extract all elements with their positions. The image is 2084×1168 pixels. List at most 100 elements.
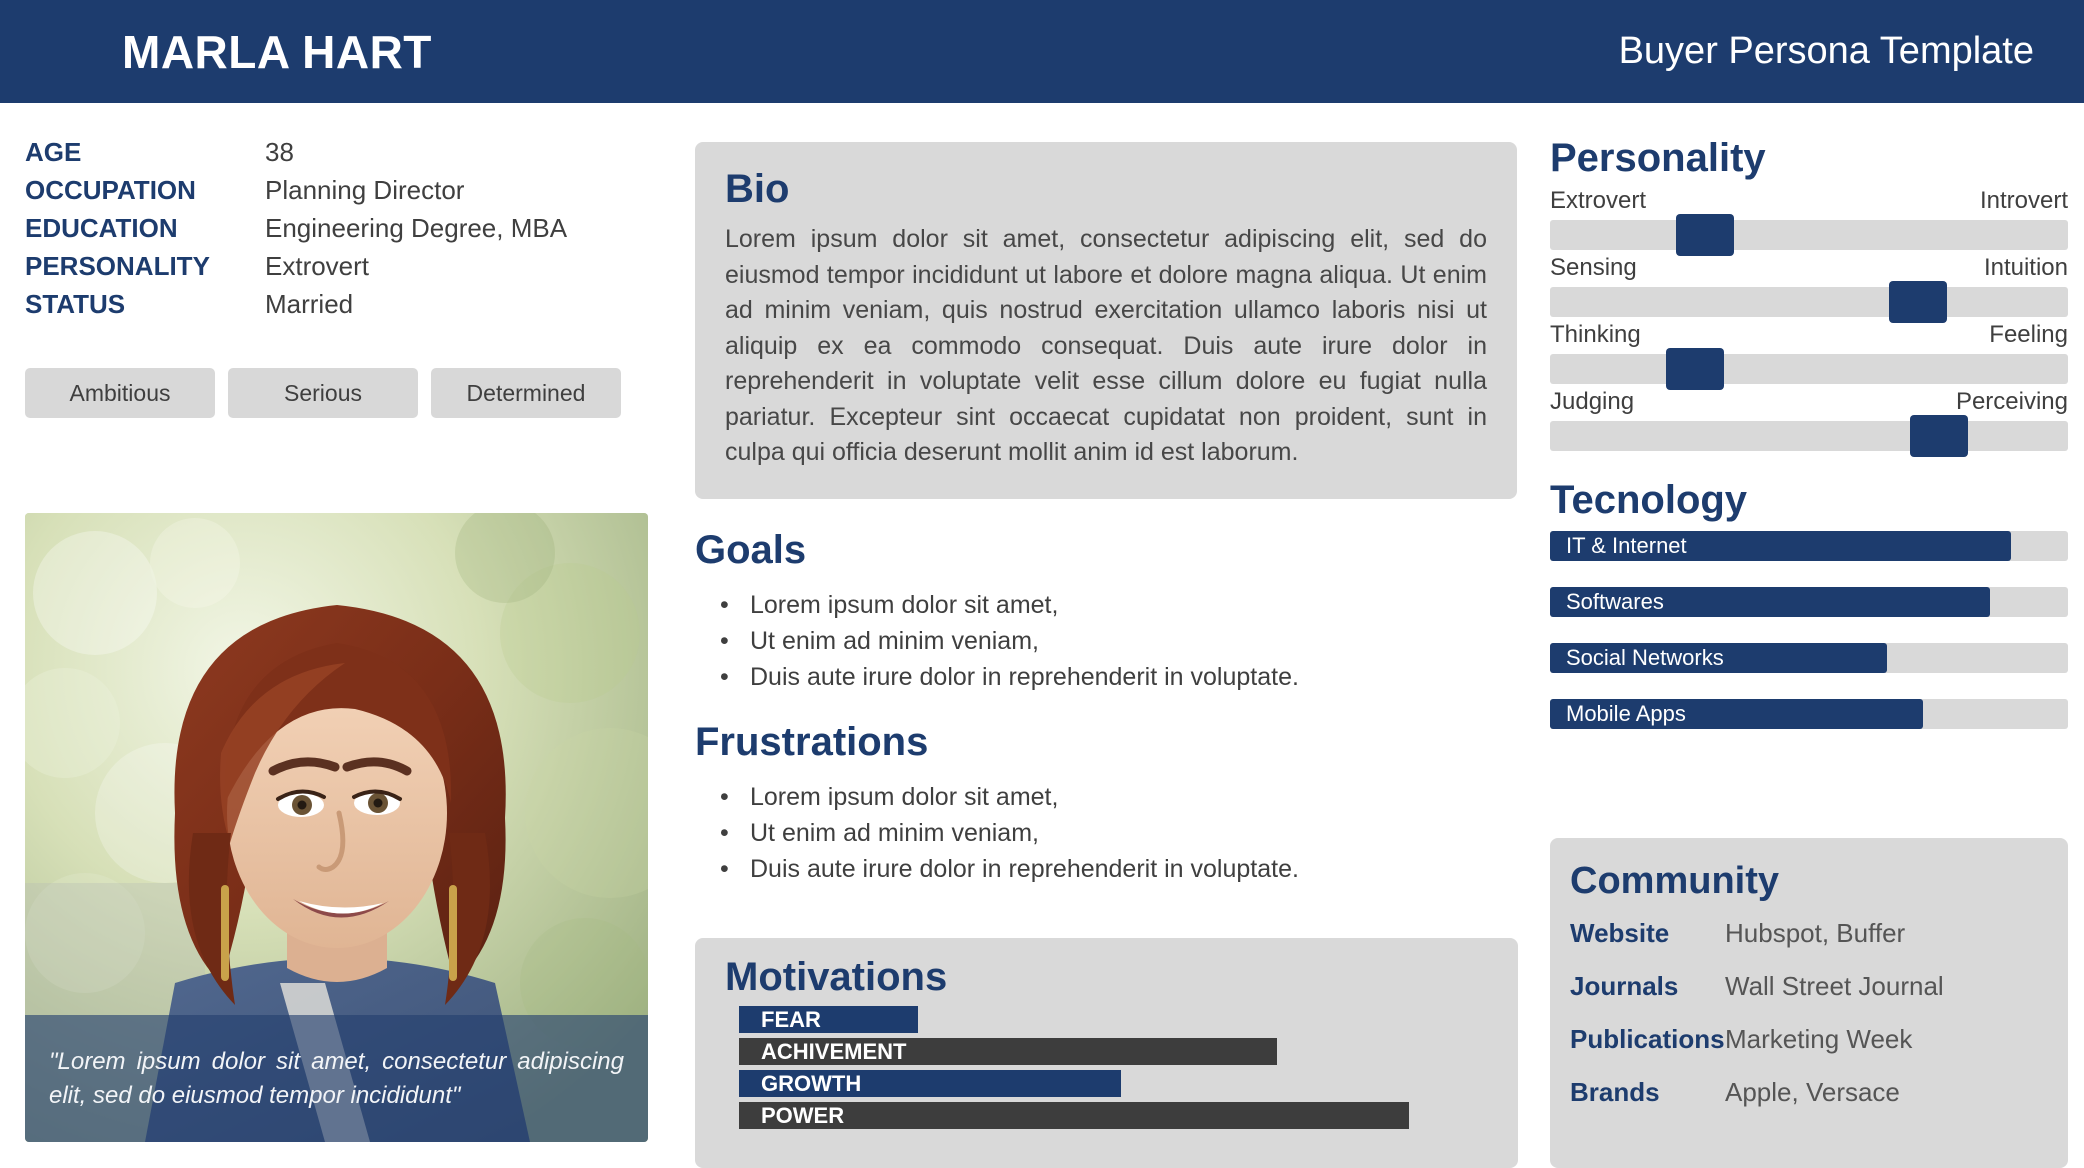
slider-thumb[interactable] <box>1676 214 1735 256</box>
fact-value-personality: Extrovert <box>265 251 370 281</box>
profile-column: AGE OCCUPATION EDUCATION PERSONALITY STA… <box>25 133 670 418</box>
slider-left-label: Judging <box>1550 388 1635 415</box>
fact-label-personality: PERSONALITY <box>25 251 210 281</box>
profile-facts: AGE OCCUPATION EDUCATION PERSONALITY STA… <box>25 133 670 323</box>
persona-quote: "Lorem ipsum dolor sit amet, consectetur… <box>49 1047 624 1109</box>
frustrations-list: Lorem ipsum dolor sit amet, Ut enim ad m… <box>695 779 1517 887</box>
goals-list: Lorem ipsum dolor sit amet, Ut enim ad m… <box>695 587 1517 695</box>
community-title: Community <box>1570 860 1779 902</box>
traits-column: Personality Extrovert Introvert Sensing … <box>1550 133 2068 755</box>
list-item: Lorem ipsum dolor sit amet, <box>720 779 1517 815</box>
motivations-title: Motivations <box>725 955 948 999</box>
motivation-label: POWER <box>761 1102 845 1128</box>
fact-value-list: 38 Planning Director Engineering Degree,… <box>265 133 670 323</box>
community-row-website: Website Hubspot, Buffer <box>1570 918 2068 949</box>
technology-bar-mobile-apps: Mobile Apps <box>1550 699 2068 729</box>
motivations-bars: FEAR ACHIVEMENT GROWTH POWER <box>695 1006 1518 1129</box>
motivation-bar-growth: GROWTH <box>739 1070 1121 1097</box>
header-bar: MARLA HART Buyer Persona Template <box>0 0 2084 103</box>
slider-thumb[interactable] <box>1666 348 1725 390</box>
slider-right-label: Feeling <box>1989 321 2068 348</box>
persona-photo: "Lorem ipsum dolor sit amet, consectetur… <box>25 513 648 1142</box>
community-row-publications: Publications Marketing Week <box>1570 1024 2068 1055</box>
community-panel: Community Website Hubspot, Buffer Journa… <box>1550 838 2068 1168</box>
bio-panel: Bio Lorem ipsum dolor sit amet, consecte… <box>695 142 1517 499</box>
personality-title: Personality <box>1550 136 1766 180</box>
slider-track[interactable] <box>1550 348 2068 390</box>
slider-thumb[interactable] <box>1888 281 1947 323</box>
community-value: Wall Street Journal <box>1725 971 1944 1001</box>
goals-section: Goals Lorem ipsum dolor sit amet, Ut eni… <box>695 525 1517 695</box>
community-row-journals: Journals Wall Street Journal <box>1570 971 2068 1002</box>
technology-label: IT & Internet <box>1566 533 1687 558</box>
trait-pill-serious[interactable]: Serious <box>228 368 418 418</box>
persona-name: MARLA HART <box>122 25 432 78</box>
slider-left-label: Thinking <box>1550 321 1641 348</box>
motivation-label: GROWTH <box>761 1070 862 1096</box>
community-key: Brands <box>1570 1077 1660 1107</box>
technology-bar-fill: Mobile Apps <box>1550 699 1923 729</box>
motivation-bar-achivement: ACHIVEMENT <box>739 1038 1277 1065</box>
motivation-label: FEAR <box>761 1006 821 1032</box>
slider-track[interactable] <box>1550 415 2068 457</box>
fact-value-education: Engineering Degree, MBA <box>265 213 568 243</box>
technology-bar-softwares: Softwares <box>1550 587 2068 617</box>
slider-right-label: Intuition <box>1983 254 2068 281</box>
technology-label: Softwares <box>1566 589 1664 614</box>
trait-pill-ambitious[interactable]: Ambitious <box>25 368 215 418</box>
quote-overlay: "Lorem ipsum dolor sit amet, consectetur… <box>25 1015 648 1142</box>
fact-label-status: STATUS <box>25 289 126 319</box>
frustrations-title: Frustrations <box>695 719 929 764</box>
technology-bar-social-networks: Social Networks <box>1550 643 2068 673</box>
list-item: Lorem ipsum dolor sit amet, <box>720 587 1517 623</box>
community-rows: Website Hubspot, Buffer Journals Wall St… <box>1570 918 2068 1108</box>
community-key: Journals <box>1570 971 1679 1001</box>
community-value: Apple, Versace <box>1725 1077 1900 1107</box>
bio-title: Bio <box>725 167 790 211</box>
slider-track[interactable] <box>1550 281 2068 323</box>
community-key: Publications <box>1570 1024 1725 1054</box>
fact-label-occupation: OCCUPATION <box>25 175 196 205</box>
list-item: Duis aute irure dolor in reprehenderit i… <box>720 851 1517 887</box>
slider-track[interactable] <box>1550 214 2068 256</box>
fact-value-status: Married <box>265 289 354 319</box>
technology-bar-it-internet: IT & Internet <box>1550 531 2068 561</box>
technology-label: Social Networks <box>1566 645 1724 670</box>
fact-label-education: EDUCATION <box>25 213 178 243</box>
slider-left-label: Extrovert <box>1550 187 1647 214</box>
list-item: Duis aute irure dolor in reprehenderit i… <box>720 659 1517 695</box>
technology-bar-fill: IT & Internet <box>1550 531 2012 561</box>
motivations-panel: Motivations FEAR ACHIVEMENT GROWTH POWER <box>695 938 1518 1168</box>
personality-slider-extrovert[interactable]: Extrovert Introvert <box>1550 185 2068 256</box>
community-row-brands: Brands Apple, Versace <box>1570 1077 2068 1108</box>
personality-slider-sensing[interactable]: Sensing Intuition <box>1550 252 2068 323</box>
list-item: Ut enim ad minim veniam, <box>720 815 1517 851</box>
fact-label-age: AGE <box>25 137 82 167</box>
community-key: Website <box>1570 918 1670 948</box>
motivation-bar-power: POWER <box>739 1102 1409 1129</box>
personality-slider-judging[interactable]: Judging Perceiving <box>1550 386 2068 457</box>
template-label: Buyer Persona Template <box>1618 30 2034 72</box>
motivation-bar-fear: FEAR <box>739 1006 919 1033</box>
technology-bar-fill: Softwares <box>1550 587 1991 617</box>
bio-body: Lorem ipsum dolor sit amet, consectetur … <box>725 225 1487 466</box>
content-column: Bio Lorem ipsum dolor sit amet, consecte… <box>695 142 1517 887</box>
technology-title: Tecnology <box>1550 478 1748 522</box>
frustrations-section: Frustrations Lorem ipsum dolor sit amet,… <box>695 717 1517 887</box>
technology-bar-fill: Social Networks <box>1550 643 1887 673</box>
motivation-label: ACHIVEMENT <box>761 1038 907 1064</box>
trait-pill-determined[interactable]: Determined <box>431 368 621 418</box>
slider-right-label: Introvert <box>1979 187 2068 214</box>
slider-thumb[interactable] <box>1909 415 1968 457</box>
community-value: Hubspot, Buffer <box>1725 918 1906 948</box>
fact-value-occupation: Planning Director <box>265 175 465 205</box>
slider-left-label: Sensing <box>1550 254 1637 281</box>
trait-pill-group: Ambitious Serious Determined <box>25 368 670 418</box>
technology-label: Mobile Apps <box>1566 701 1686 726</box>
goals-title: Goals <box>695 527 807 572</box>
persona-template-page: MARLA HART Buyer Persona Template AGE OC… <box>0 0 2084 1168</box>
technology-bars: IT & Internet Softwares Social Networks … <box>1550 531 2068 729</box>
community-value: Marketing Week <box>1725 1024 1913 1054</box>
fact-label-list: AGE OCCUPATION EDUCATION PERSONALITY STA… <box>25 133 265 323</box>
personality-slider-thinking[interactable]: Thinking Feeling <box>1550 319 2068 390</box>
